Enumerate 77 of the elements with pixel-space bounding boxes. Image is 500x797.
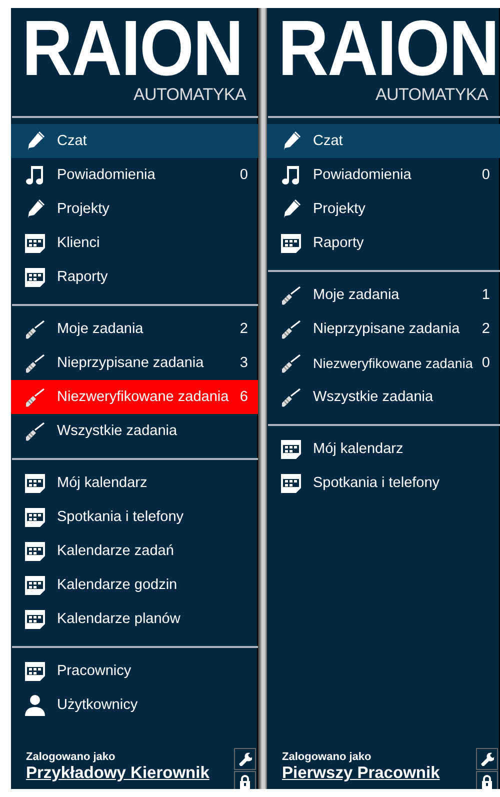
wrench-icon [481, 752, 494, 766]
calendar-icon [281, 234, 301, 253]
calendar-icon [281, 440, 301, 459]
menu-item[interactable]: Mój kalendarz [267, 432, 500, 466]
menu-item[interactable]: Mój kalendarz [11, 466, 258, 500]
count: 1 [482, 287, 490, 303]
logo-title: RAION [278, 11, 499, 85]
screwdriver-icon [26, 422, 44, 441]
calendar-icon [25, 542, 45, 561]
menu-item[interactable]: Kalendarze godzin [11, 568, 258, 602]
pencil-icon [284, 200, 300, 218]
lock-button[interactable] [234, 771, 256, 789]
menu-item[interactable]: Niezweryfikowane zadania 0 [267, 346, 500, 380]
menu-item[interactable]: Niezweryfikowane zadania 6 [11, 380, 258, 414]
pencil-icon [28, 200, 44, 218]
calendar-icon [25, 268, 45, 287]
count: 2 [482, 321, 490, 337]
menu-item[interactable]: Czat [267, 124, 500, 158]
count: 3 [240, 355, 248, 371]
screwdriver-icon [282, 388, 300, 407]
menu-item[interactable]: Powiadomienia 0 [11, 158, 258, 192]
count: 0 [482, 355, 490, 371]
menu-item[interactable]: Spotkania i telefony [11, 500, 258, 534]
menu-item[interactable]: Moje zadania 1 [267, 278, 500, 312]
menu-item[interactable]: Powiadomienia 0 [267, 158, 500, 192]
panel-splitter[interactable] [258, 8, 267, 789]
logged-in-label: Zalogowano jako [282, 751, 372, 763]
user-link[interactable]: Pierwszy Pracownik [282, 764, 440, 783]
menu-item[interactable]: Nieprzypisane zadania 3 [11, 346, 258, 380]
menu-item[interactable]: Wszystkie zadania [267, 380, 500, 414]
screwdriver-icon [26, 388, 44, 407]
lock-icon [482, 775, 492, 789]
menu-item[interactable]: Kalendarze planów [11, 602, 258, 636]
count: 0 [240, 167, 248, 183]
menu-item[interactable]: Kalendarze zadań [11, 534, 258, 568]
menu-item[interactable]: Nieprzypisane zadania 2 [267, 312, 500, 346]
settings-button[interactable] [234, 748, 256, 770]
menu-item[interactable]: Spotkania i telefony [267, 466, 500, 500]
menu-item[interactable]: Wszystkie zadania [11, 414, 258, 448]
menu-item[interactable]: Projekty [267, 192, 500, 226]
logged-in-label: Zalogowano jako [26, 751, 116, 763]
music-icon [282, 166, 299, 184]
wrench-icon [239, 752, 252, 766]
pencil-icon [284, 132, 300, 150]
menu-item[interactable]: Klienci [11, 226, 258, 260]
calendar-icon [25, 234, 45, 253]
menu-item[interactable]: Projekty [11, 192, 258, 226]
music-icon [26, 166, 43, 184]
settings-button[interactable] [476, 748, 498, 770]
screwdriver-icon [26, 320, 44, 339]
menu-item[interactable]: Moje zadania 2 [11, 312, 258, 346]
menu-item[interactable]: Raporty [267, 226, 500, 260]
calendar-icon [281, 474, 301, 493]
menu-item[interactable]: Użytkownicy [11, 688, 258, 722]
screwdriver-icon [282, 354, 300, 373]
count: 0 [482, 167, 490, 183]
pencil-icon [28, 132, 44, 150]
person-icon [25, 695, 45, 716]
calendar-icon [25, 508, 45, 527]
logo-title: RAION [22, 11, 243, 85]
count: 2 [240, 321, 248, 337]
calendar-icon [25, 474, 45, 493]
lock-button[interactable] [476, 771, 498, 789]
calendar-icon [25, 662, 45, 681]
menu-item[interactable]: Pracownicy [11, 654, 258, 688]
menu-item[interactable]: Czat [11, 124, 258, 158]
screwdriver-icon [26, 354, 44, 373]
user-link[interactable]: Przykładowy Kierownik [26, 764, 210, 783]
count: 6 [240, 389, 248, 405]
logo-subtitle: AUTOMATYKA [375, 85, 488, 105]
screwdriver-icon [282, 320, 300, 339]
lock-icon [240, 775, 250, 789]
calendar-icon [25, 610, 45, 629]
menu-item[interactable]: Raporty [11, 260, 258, 294]
screwdriver-icon [282, 286, 300, 305]
calendar-icon [25, 576, 45, 595]
logo-subtitle: AUTOMATYKA [133, 85, 246, 105]
